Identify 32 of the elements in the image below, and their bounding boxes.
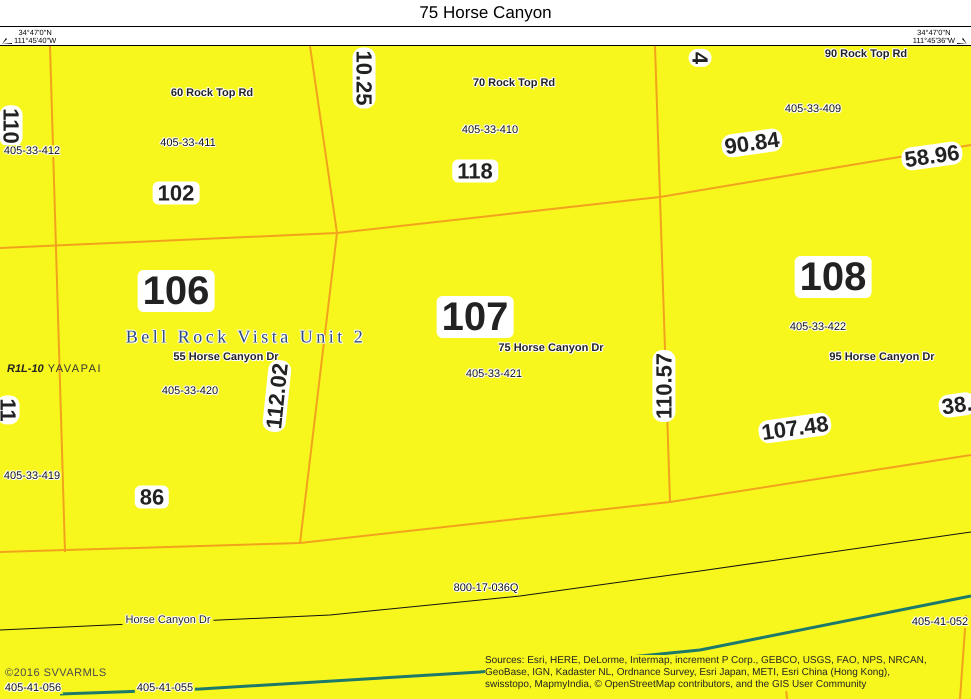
parcel-id-label: 405-33-411: [158, 137, 218, 149]
copyright-label: ©2016 SVVARMLS: [5, 667, 107, 679]
parcel-id-label: 800-17-036Q: [452, 582, 520, 594]
parcel-id-label: 405-33-409: [782, 103, 844, 115]
address-label: 75 Horse Canyon Dr: [498, 342, 604, 354]
parcel-id-label: 405-33-412: [2, 145, 62, 157]
map-title: 75 Horse Canyon: [419, 3, 552, 23]
lot-number: 102: [152, 181, 200, 205]
lot-number: 107: [436, 296, 514, 338]
address-label: 90 Rock Top Rd: [824, 48, 908, 60]
dimension-label: 110.57: [652, 350, 676, 422]
parcel-id-label: 405-41-055: [134, 682, 196, 694]
dimension-label: 110: [0, 105, 23, 147]
parcel-id-label: 405-33-421: [464, 368, 524, 380]
address-label: 60 Rock Top Rd: [170, 87, 254, 99]
parcel-id-label: 405-33-410: [460, 124, 520, 136]
lot-number: 106: [138, 270, 214, 312]
subdivision-label: Bell Rock Vista Unit 2: [126, 326, 366, 348]
parcel-id-label: 405-33-422: [788, 321, 848, 333]
parcel-id-label: 405-41-052: [910, 616, 970, 628]
county-label: YAVAPAI: [48, 363, 102, 375]
lot-number: 108: [794, 256, 872, 298]
parcel-id-label: 405-41-056: [2, 682, 64, 694]
parcel-id-label: 405-33-420: [160, 385, 220, 397]
road-label: Horse Canyon Dr: [122, 614, 214, 626]
address-label: 95 Horse Canyon Dr: [829, 351, 935, 363]
address-label: 70 Rock Top Rd: [472, 77, 556, 89]
lot-number: 118: [452, 159, 498, 183]
lot-number: 86: [134, 485, 170, 509]
parcel-id-label: 405-33-419: [2, 470, 62, 482]
attribution-text: Sources: Esri, HERE, DeLorme, Intermap, increment P Corp., GEBCO, USGS, FAO, NPS, NRCAN,: [485, 655, 927, 667]
zoning-code: R1L-10: [7, 363, 44, 375]
